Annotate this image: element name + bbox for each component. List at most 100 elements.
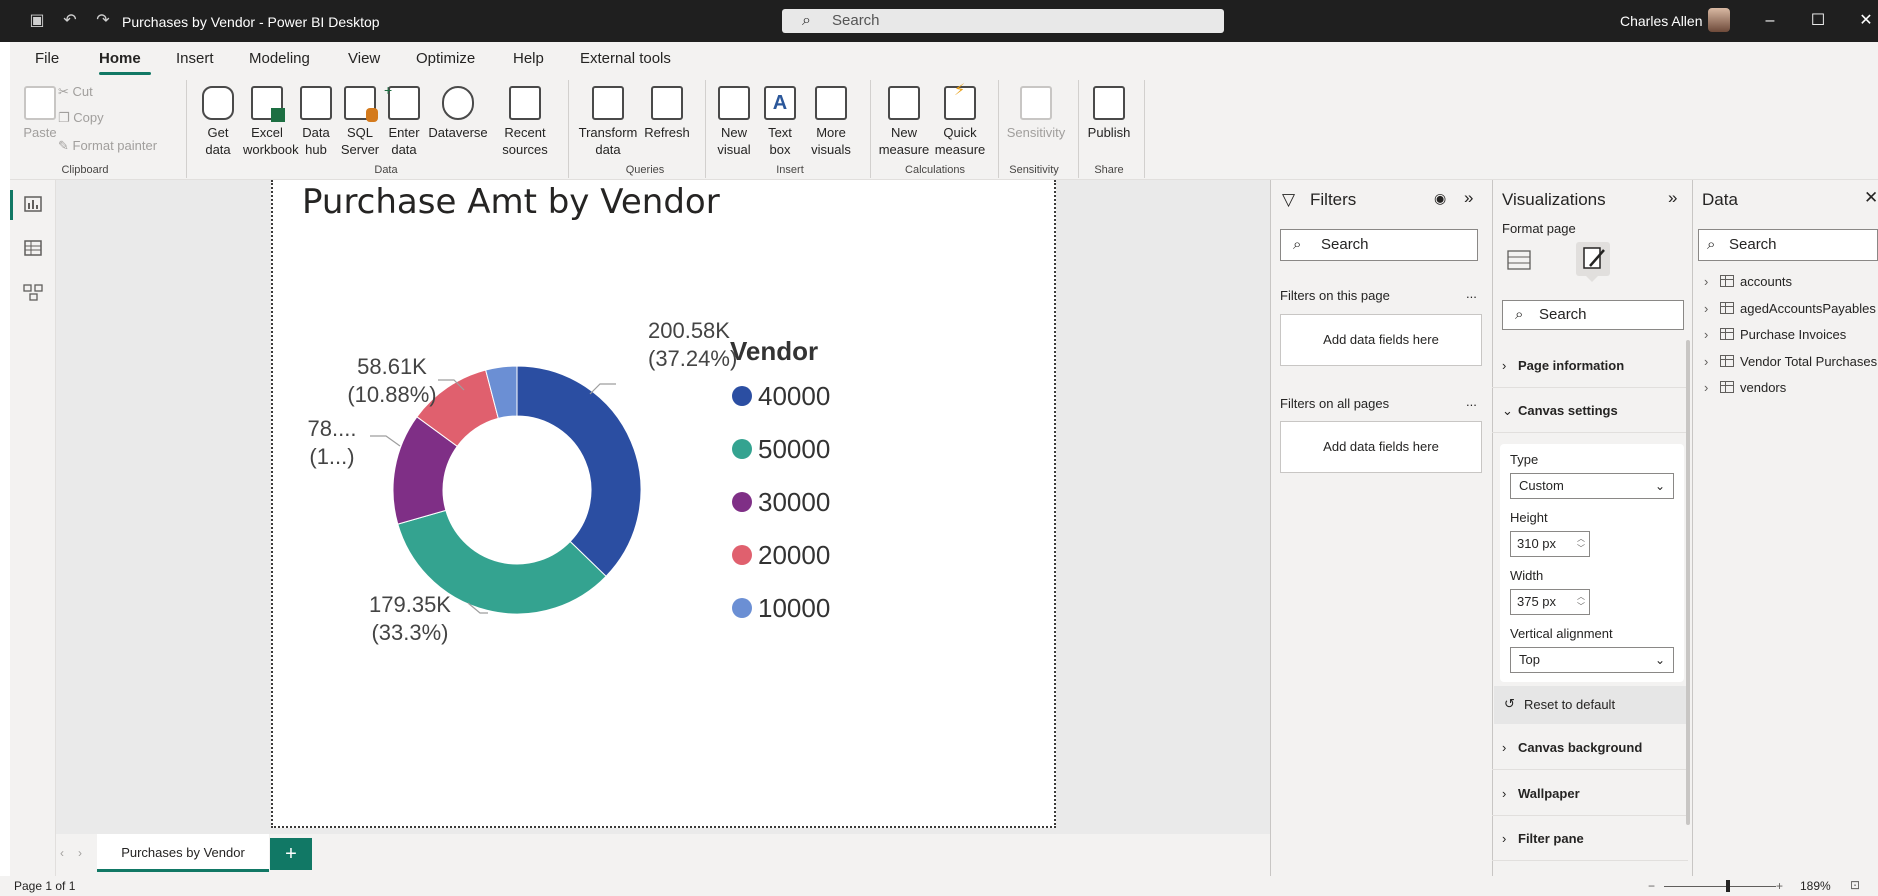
refresh-button[interactable]: Refresh	[642, 86, 692, 141]
add-page-button[interactable]: +	[270, 838, 312, 870]
cut-button[interactable]: ✂ Cut	[58, 84, 93, 100]
table-view-icon[interactable]	[22, 238, 44, 258]
window-title: Purchases by Vendor - Power BI Desktop	[122, 14, 380, 30]
collapse-filters-icon[interactable]: »	[1464, 188, 1473, 208]
dataverse-icon	[442, 86, 474, 120]
zoom-slider-thumb[interactable]	[1726, 880, 1730, 892]
excel-workbook-button[interactable]: Excel workbook	[243, 86, 299, 158]
table-item-vendor-total-purchases[interactable]: › Vendor Total Purchases	[1704, 354, 1877, 369]
chevron-right-icon: ›	[1502, 786, 1507, 801]
legend-marker-10000[interactable]	[732, 598, 752, 618]
redo-icon[interactable]: ↷	[93, 11, 113, 31]
new-visual-button[interactable]: New visual	[712, 86, 756, 158]
minimize-button[interactable]: –	[1758, 10, 1782, 32]
save-icon[interactable]: ▣	[27, 11, 47, 31]
build-visual-icon[interactable]	[1506, 248, 1532, 272]
tab-help[interactable]: Help	[513, 50, 544, 67]
section-page-information[interactable]: › Page information	[1492, 344, 1688, 388]
separator	[870, 80, 871, 178]
format-page-tab[interactable]	[1576, 242, 1610, 276]
spinner-arrows-icon[interactable]: ︿ ﹀	[1577, 592, 1585, 612]
maximize-button[interactable]: ☐	[1806, 10, 1830, 32]
more-options-icon[interactable]: ...	[1466, 286, 1477, 301]
recent-sources-button[interactable]: Recent sources	[498, 86, 552, 158]
vertical-alignment-dropdown[interactable]: Top ⌄	[1510, 647, 1674, 673]
data-hub-button[interactable]: Data hub	[296, 86, 336, 158]
width-input[interactable]: 375 px ︿ ﹀	[1510, 589, 1590, 615]
section-wallpaper[interactable]: › Wallpaper	[1492, 772, 1688, 816]
close-button[interactable]: ✕	[1854, 10, 1878, 32]
table-item-aged-accounts-payables[interactable]: › agedAccountsPayables	[1704, 301, 1876, 316]
undo-icon[interactable]: ↶	[60, 11, 80, 31]
height-input[interactable]: 310 px ︿ ﹀	[1510, 531, 1590, 557]
type-dropdown[interactable]: Custom ⌄	[1510, 473, 1674, 499]
quick-measure-button[interactable]: ⚡ Quick measure	[932, 82, 988, 158]
data-search[interactable]: ⌕ Search	[1698, 229, 1878, 261]
tab-insert[interactable]: Insert	[176, 50, 214, 67]
zoom-out-icon[interactable]: −	[1648, 879, 1655, 893]
legend-marker-50000[interactable]	[732, 439, 752, 459]
table-item-vendors[interactable]: › vendors	[1704, 380, 1786, 395]
legend-marker-20000[interactable]	[732, 545, 752, 565]
dataverse-button[interactable]: Dataverse	[428, 86, 488, 141]
zoom-in-icon[interactable]: +	[1776, 879, 1783, 893]
reset-to-default-button[interactable]: Reset to default	[1524, 697, 1615, 712]
tab-external-tools[interactable]: External tools	[580, 50, 671, 67]
donut-slice-40000[interactable]	[516, 365, 642, 578]
format-painter-button[interactable]: ✎ Format painter	[58, 138, 157, 154]
copy-button[interactable]: ❐ Copy	[58, 110, 104, 126]
model-view-icon[interactable]	[22, 282, 44, 302]
publish-button[interactable]: Publish	[1084, 86, 1134, 141]
title-search-box[interactable]: ⌕ Search	[782, 9, 1224, 33]
format-search[interactable]: ⌕ Search	[1502, 300, 1684, 330]
legend-label-50000[interactable]: 50000	[758, 434, 830, 464]
separator	[186, 80, 187, 178]
tab-view[interactable]: View	[348, 50, 380, 67]
group-share: Share	[1094, 164, 1124, 176]
avatar[interactable]	[1708, 8, 1730, 32]
tab-modeling[interactable]: Modeling	[249, 50, 310, 67]
section-canvas-background[interactable]: › Canvas background	[1492, 726, 1688, 770]
new-measure-button[interactable]: New measure	[876, 86, 932, 158]
table-item-accounts[interactable]: › accounts	[1704, 274, 1792, 289]
section-filter-pane[interactable]: › Filter pane	[1492, 817, 1688, 861]
donut-chart[interactable]: 200.58K (37.24%) 179.35K (33.3%) 78.... (1...…	[300, 320, 860, 690]
page-tab-purchases-by-vendor[interactable]: Purchases by Vendor	[97, 834, 269, 872]
legend-label-40000[interactable]: 40000	[758, 381, 830, 411]
tab-home[interactable]: Home	[99, 50, 141, 67]
tab-file[interactable]: File	[35, 50, 59, 67]
all-pages-filter-drop-well[interactable]: Add data fields here	[1280, 421, 1482, 473]
zoom-slider[interactable]	[1664, 886, 1776, 887]
sensitivity-button[interactable]: Sensitivity	[1004, 86, 1068, 141]
legend-marker-40000[interactable]	[732, 386, 752, 406]
legend-label-10000[interactable]: 10000	[758, 593, 830, 623]
get-data-button[interactable]: Get data	[196, 86, 240, 158]
table-item-purchase-invoices[interactable]: › Purchase Invoices	[1704, 327, 1846, 342]
fit-to-page-icon[interactable]: ⊡	[1850, 878, 1860, 892]
user-name[interactable]: Charles Allen	[1620, 13, 1703, 29]
eye-icon[interactable]: ◉	[1434, 190, 1446, 207]
text-box-button[interactable]: A Text box	[760, 86, 800, 158]
more-visuals-button[interactable]: More visuals	[806, 86, 856, 158]
report-view-icon[interactable]	[22, 194, 44, 214]
width-label: Width	[1510, 568, 1544, 583]
legend-label-30000[interactable]: 30000	[758, 487, 830, 517]
paste-button[interactable]: Paste	[20, 86, 60, 141]
close-data-pane-icon[interactable]: ✕	[1864, 188, 1878, 208]
prev-page-arrow-icon[interactable]: ‹	[60, 846, 64, 860]
transform-data-button[interactable]: Transform data	[578, 86, 638, 158]
enter-data-button[interactable]: + Enter data	[384, 82, 424, 158]
visualizations-scrollbar[interactable]	[1686, 340, 1690, 825]
tab-optimize[interactable]: Optimize	[416, 50, 475, 67]
collapse-visualizations-icon[interactable]: »	[1668, 188, 1677, 208]
page-filter-drop-well[interactable]: Add data fields here	[1280, 314, 1482, 366]
filters-search[interactable]: ⌕ Search	[1280, 229, 1478, 261]
section-canvas-settings[interactable]: ⌄ Canvas settings	[1492, 389, 1688, 433]
legend-label-20000[interactable]: 20000	[758, 540, 830, 570]
next-page-arrow-icon[interactable]: ›	[78, 846, 82, 860]
sql-server-button[interactable]: SQL Server	[340, 86, 380, 158]
chevron-right-icon: ›	[1502, 831, 1507, 846]
spinner-arrows-icon[interactable]: ︿ ﹀	[1577, 534, 1585, 554]
legend-marker-30000[interactable]	[732, 492, 752, 512]
more-options-icon[interactable]: ...	[1466, 394, 1477, 409]
